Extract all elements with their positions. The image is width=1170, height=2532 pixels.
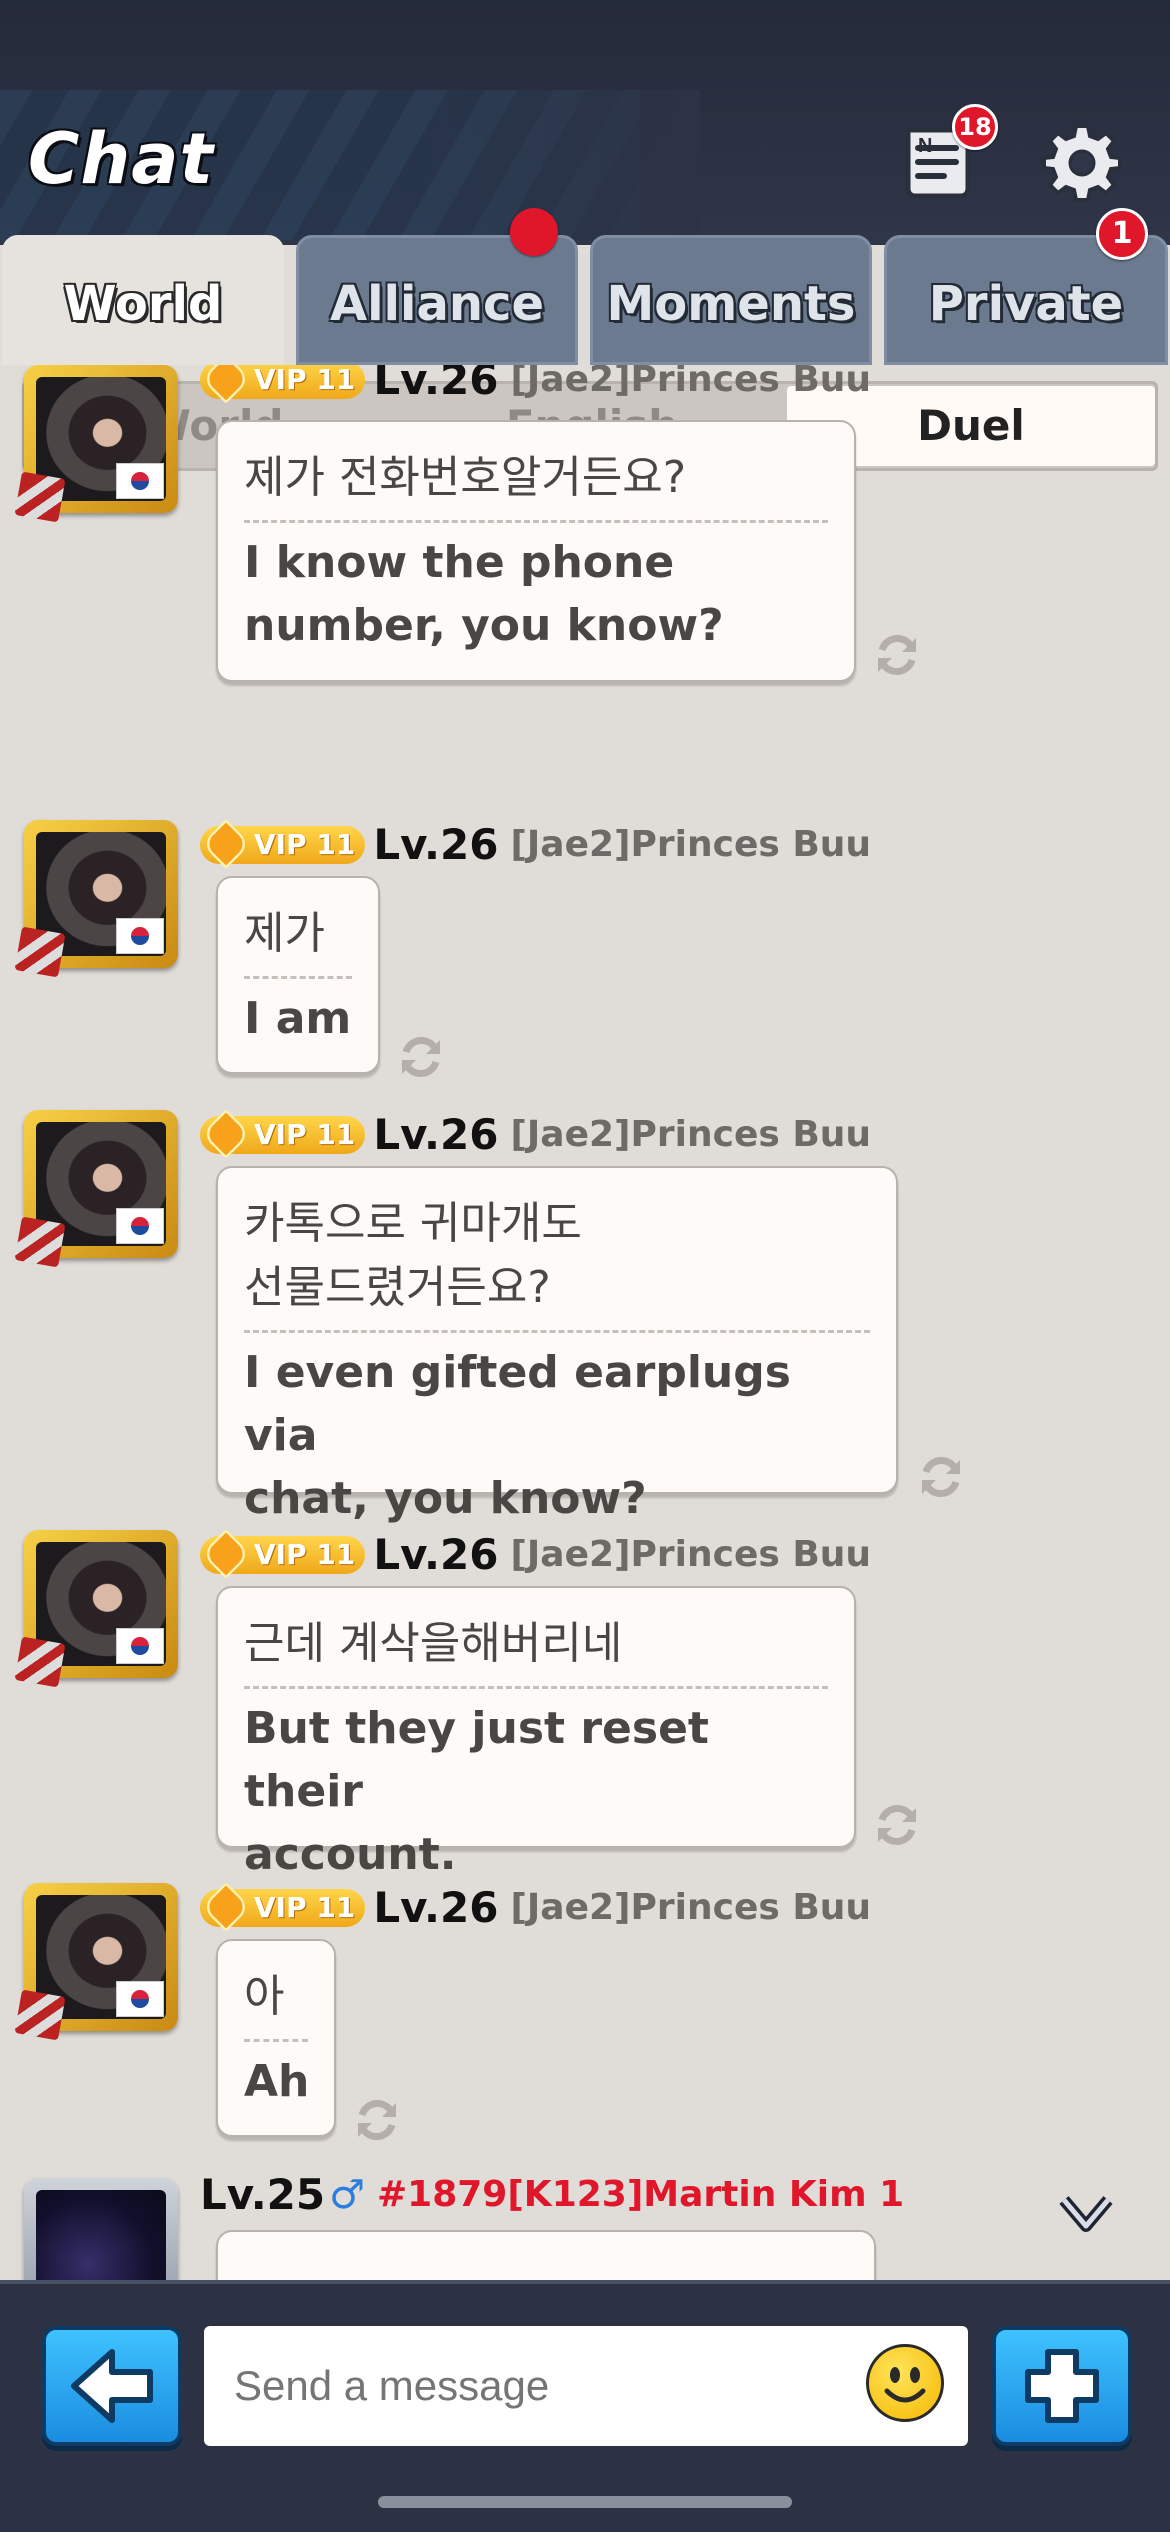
original-text: 제가 [244,902,352,979]
message-header: VIP 11 Lv.26 [Jae2]Princes Buu [200,820,871,870]
user-avatar[interactable] [14,1530,178,1688]
message-bubble[interactable]: 제가 I am [216,876,380,1074]
original-text: 근데 계삭을해버리네 [244,1612,828,1689]
username[interactable]: [Jae2]Princes Buu [510,1534,871,1575]
translate-refresh-icon[interactable] [396,1032,446,1082]
message-bubble[interactable] [216,2230,876,2280]
user-level: Lv.26 [373,1883,499,1932]
user-level: Lv.26 [373,820,499,869]
svg-text:N: N [918,135,932,157]
message-bubble[interactable]: 카톡으로 귀마개도 선물드렸거든요? I even gifted earplugs… [216,1166,898,1524]
message-bubble[interactable]: 아 Ah [216,1939,336,2137]
tab-world[interactable]: World [2,235,284,365]
private-badge: 1 [1096,208,1148,260]
user-avatar[interactable] [14,820,178,978]
user-level: Lv.26 [373,365,499,404]
message-input[interactable] [232,2352,856,2420]
plus-icon [1025,2349,1099,2423]
message-bubble[interactable]: 근데 계삭을해버리네 But they just reset their acco… [216,1586,856,1880]
settings-gear-icon[interactable] [1042,122,1122,202]
original-text: 아 [244,1965,308,2042]
tab-label: World [63,276,223,332]
korea-flag-icon [116,1628,164,1664]
message-bubble[interactable]: 제가 전화번호알거든요? I know the phone number, you… [216,420,856,682]
emoji-icon[interactable] [866,2344,944,2422]
male-icon: ♂ [329,2171,365,2218]
original-text: 카톡으로 귀마개도 선물드렸거든요? [244,1192,870,1333]
vip-badge: VIP 11 [200,1535,366,1574]
page-title: Chat [28,118,214,200]
tab-label: Alliance [329,276,545,332]
translate-refresh-icon[interactable] [352,2095,402,2145]
message-header: VIP 11 Lv.26 [Jae2]Princes Buu [200,1110,871,1160]
user-level: Lv.25 [200,2170,326,2219]
news-badge: 18 [952,104,998,150]
chat-header: Chat N 18 [0,0,1170,245]
user-avatar[interactable] [14,1110,178,1268]
translate-refresh-icon[interactable] [872,630,922,680]
user-avatar[interactable] [14,365,178,523]
user-level: Lv.26 [373,1530,499,1579]
vip-badge: VIP 11 [200,1115,366,1154]
alliance-notification-dot [510,208,558,256]
translated-text: But they just reset their account. [244,1703,709,1880]
translated-text: I know the phone number, you know? [244,537,724,651]
message-header: VIP 11 Lv.26 [Jae2]Princes Buu [200,1530,871,1580]
user-level: Lv.26 [373,1110,499,1159]
back-button[interactable] [42,2326,182,2446]
back-arrow-icon [71,2349,153,2423]
tab-label: Private [928,276,1124,332]
translated-text: I am [244,993,352,1044]
username[interactable]: [Jae2]Princes Buu [510,1114,871,1155]
vip-badge: VIP 11 [200,1888,366,1927]
korea-flag-icon [116,1981,164,2017]
chat-content: World English Duel VIP 11Lv.26[Jae2]Prin… [0,365,1170,2280]
add-attachment-button[interactable] [992,2326,1132,2446]
translate-refresh-icon[interactable] [872,1800,922,1850]
message-header: VIP 11 Lv.26 [Jae2]Princes Buu [200,1883,871,1933]
vip-badge: VIP 11 [200,825,366,864]
username[interactable]: [Jae2]Princes Buu [510,824,871,865]
username[interactable]: [Jae2]Princes Buu [510,365,871,400]
message-composer-bar [0,2280,1170,2532]
message-input-box[interactable] [204,2326,968,2446]
message-header: Lv.25 ♂ #1879[K123]Martin Kim 1 [200,2170,904,2220]
message-header: VIP 11 Lv.26 [Jae2]Princes Buu [200,365,871,405]
translated-text: I even gifted earplugs via chat, you know… [244,1347,791,1524]
username[interactable]: [Jae2]Princes Buu [510,1887,871,1928]
translate-refresh-icon[interactable] [916,1452,966,1502]
tab-moments[interactable]: Moments [590,235,872,365]
scroll-down-chevron-icon[interactable] [1058,2190,1114,2238]
username[interactable]: #1879[K123]Martin Kim 1 [377,2174,904,2215]
user-avatar[interactable] [14,1883,178,2041]
korea-flag-icon [116,1208,164,1244]
tab-label: Moments [606,276,856,332]
korea-flag-icon [116,918,164,954]
user-avatar[interactable] [24,2178,178,2280]
translated-text: Ah [244,2056,310,2107]
vip-badge: VIP 11 [200,365,366,399]
home-indicator [378,2496,792,2508]
korea-flag-icon [116,463,164,499]
original-text: 제가 전화번호알거든요? [244,446,828,523]
